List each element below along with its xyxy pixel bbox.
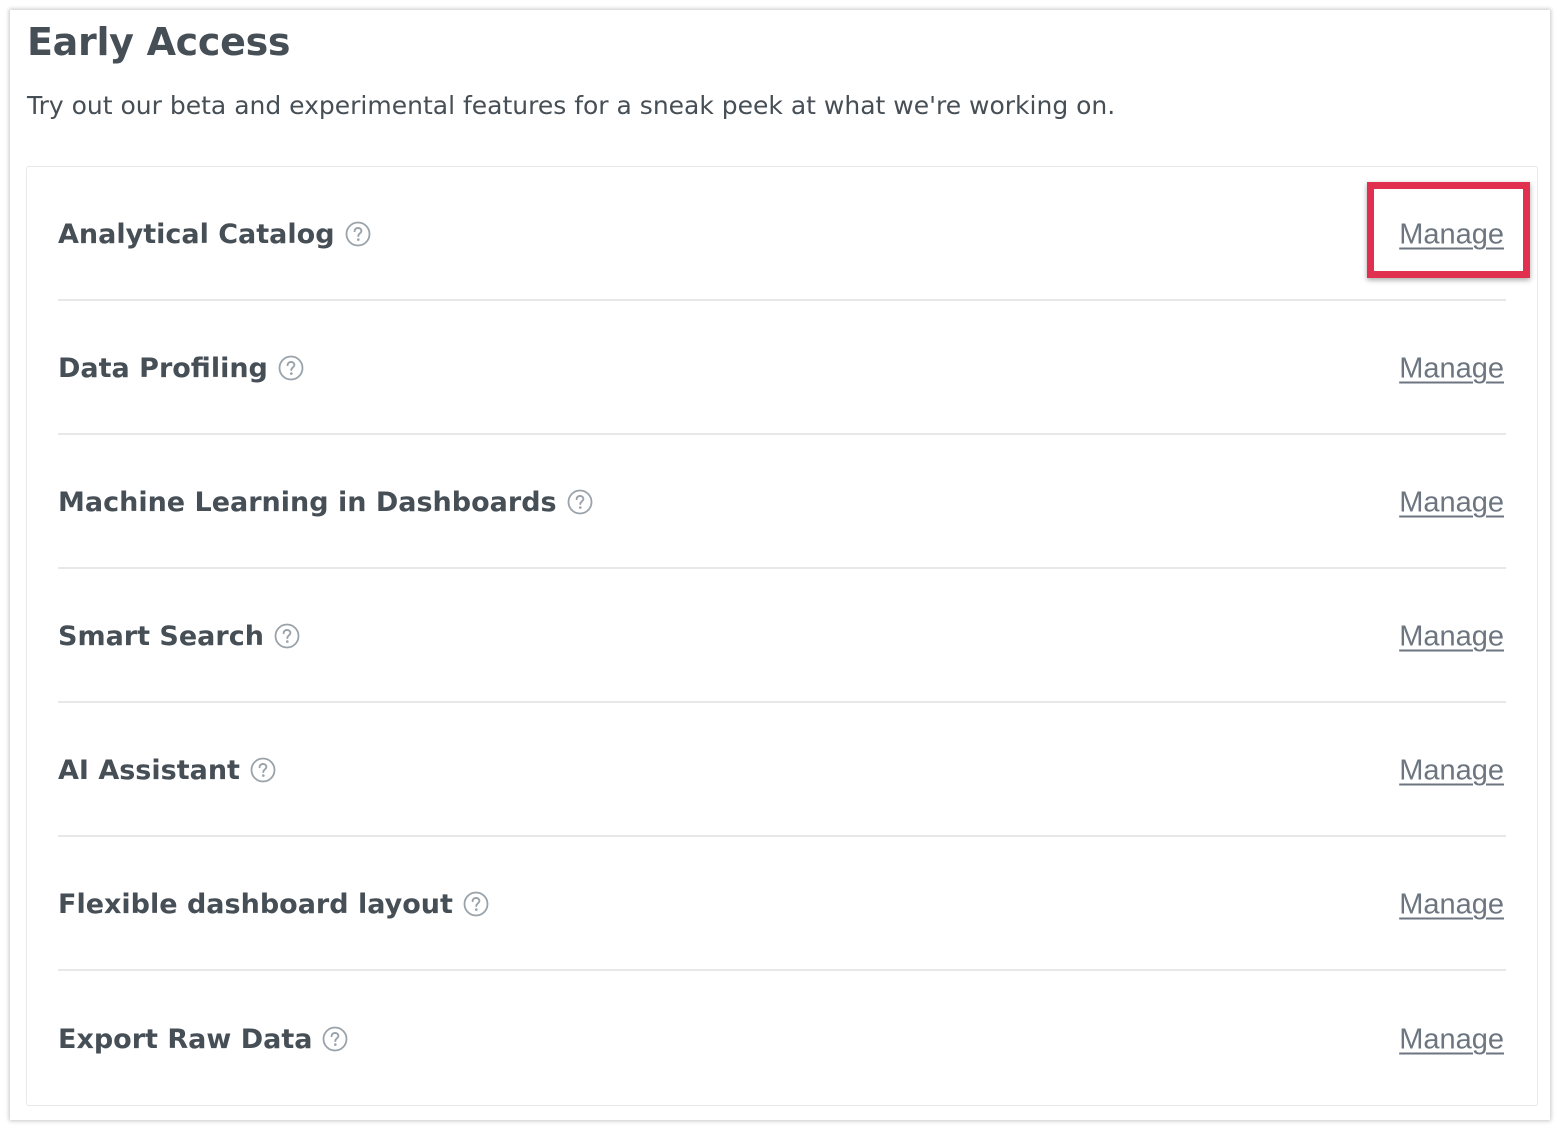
help-circle-icon[interactable] [274, 623, 300, 649]
feature-row-ai-assistant: AI Assistant Manage [58, 703, 1506, 837]
feature-name: Smart Search [58, 620, 264, 652]
help-circle-icon[interactable] [463, 891, 489, 917]
feature-name: AI Assistant [58, 754, 240, 786]
help-circle-icon[interactable] [250, 757, 276, 783]
feature-name: Flexible dashboard layout [58, 888, 453, 920]
manage-link-export-raw-data[interactable]: Manage [1399, 1024, 1504, 1057]
help-circle-icon[interactable] [322, 1026, 348, 1052]
help-circle-icon[interactable] [345, 221, 371, 247]
feature-row-analytical-catalog: Analytical Catalog Manage [58, 167, 1506, 301]
manage-link-data-profiling[interactable]: Manage [1399, 353, 1504, 386]
feature-row-data-profiling: Data Profiling Manage [58, 301, 1506, 435]
feature-row-smart-search: Smart Search Manage [58, 569, 1506, 703]
feature-name: Export Raw Data [58, 1023, 313, 1055]
feature-name: Machine Learning in Dashboards [58, 486, 557, 518]
feature-list: Analytical Catalog Manage Data Profiling… [58, 167, 1506, 1105]
help-circle-icon[interactable] [278, 355, 304, 381]
manage-link-machine-learning[interactable]: Manage [1399, 487, 1504, 520]
help-circle-icon[interactable] [567, 489, 593, 515]
feature-row-machine-learning: Machine Learning in Dashboards Manage [58, 435, 1506, 569]
manage-link-flexible-dashboard-layout[interactable]: Manage [1399, 889, 1504, 922]
manage-link-analytical-catalog[interactable]: Manage [1399, 219, 1504, 252]
page-subtitle: Try out our beta and experimental featur… [27, 91, 1116, 120]
manage-link-ai-assistant[interactable]: Manage [1399, 755, 1504, 788]
feature-row-export-raw-data: Export Raw Data Manage [58, 971, 1506, 1105]
feature-name: Analytical Catalog [58, 218, 335, 250]
manage-link-smart-search[interactable]: Manage [1399, 621, 1504, 654]
features-panel: Analytical Catalog Manage Data Profiling… [26, 166, 1538, 1106]
feature-row-flexible-dashboard-layout: Flexible dashboard layout Manage [58, 837, 1506, 971]
feature-name: Data Profiling [58, 352, 268, 384]
early-access-page: Early Access Try out our beta and experi… [10, 10, 1550, 1120]
page-title: Early Access [27, 20, 291, 64]
